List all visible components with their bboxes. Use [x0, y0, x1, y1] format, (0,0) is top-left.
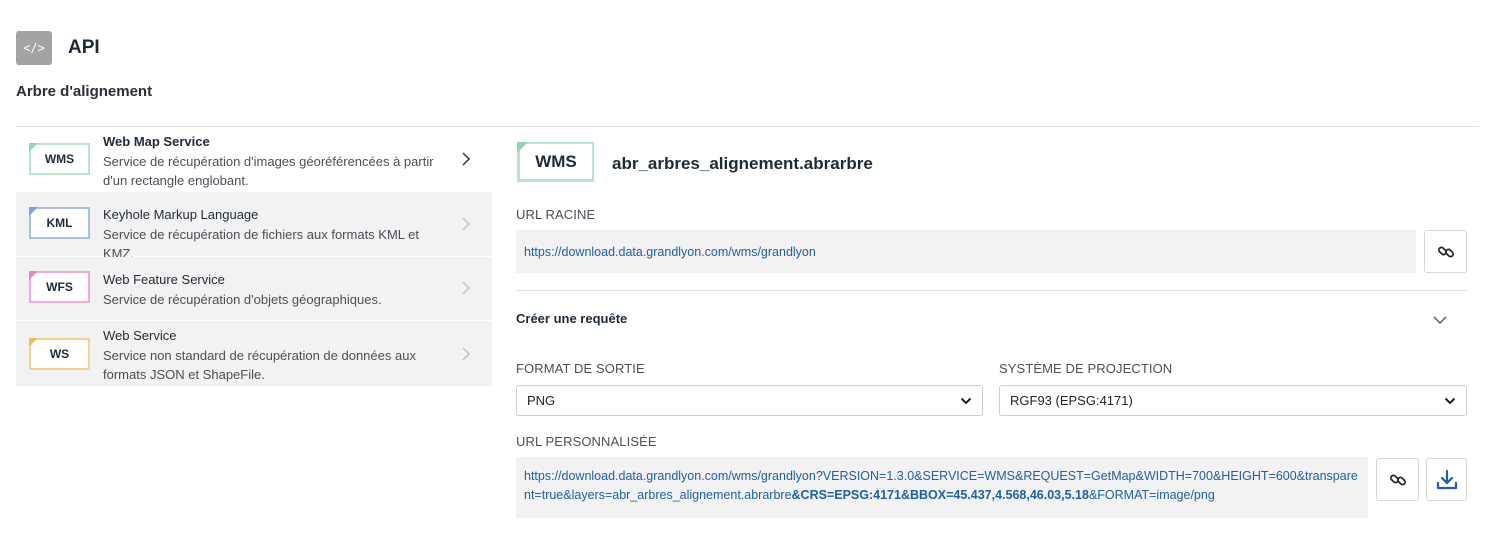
chevron-down-icon[interactable] [1433, 312, 1447, 330]
output-format-label: FORMAT DE SORTIE [516, 361, 645, 376]
root-url-field[interactable]: https://download.data.grandlyon.com/wms/… [516, 230, 1416, 273]
service-text: Web Map Service Service de récupération … [103, 134, 453, 190]
root-url-text[interactable]: https://download.data.grandlyon.com/wms/… [524, 245, 816, 259]
service-item-kml[interactable]: KML Keyhole Markup Language Service de r… [16, 192, 492, 261]
service-item-wms[interactable]: WMS Web Map Service Service de récupérat… [16, 127, 492, 192]
api-code-icon: </> [16, 31, 52, 65]
create-request-title[interactable]: Créer une requête [516, 311, 627, 326]
chevron-right-icon [460, 347, 472, 366]
wms-badge: WMS [29, 143, 90, 175]
wfs-badge: WFS [29, 271, 90, 303]
projection-select[interactable]: RGF93 (EPSG:4171) [999, 385, 1467, 416]
output-format-value: PNG [527, 393, 556, 408]
service-text: Keyhole Markup Language Service de récup… [103, 207, 453, 263]
service-name: Web Map Service [103, 134, 210, 149]
projection-label: SYSTÈME DE PROJECTION [999, 361, 1173, 376]
service-text: Web Feature Service Service de récupérat… [103, 272, 453, 309]
page-title: API [68, 37, 100, 58]
custom-url-field[interactable]: https://download.data.grandlyon.com/wms/… [516, 457, 1368, 518]
copy-root-url-button[interactable] [1424, 230, 1467, 273]
service-name: Keyhole Markup Language [103, 207, 259, 222]
copy-custom-url-button[interactable] [1376, 458, 1419, 501]
projection-value: RGF93 (EPSG:4171) [1010, 393, 1133, 408]
service-text: Web Service Service non standard de récu… [103, 328, 453, 384]
dataset-subtitle: Arbre d'alignement [16, 83, 153, 100]
custom-url-label: URL PERSONNALISÉE [516, 434, 657, 449]
chevron-down-icon [960, 397, 972, 404]
download-icon [1436, 469, 1457, 489]
chevron-right-icon [460, 281, 472, 300]
custom-url-bbox: &CRS=EPSG:4171&BBOX=45.437,4.568,46.03,5… [791, 488, 1089, 502]
chevron-down-icon [1444, 397, 1456, 404]
service-name: Web Feature Service [103, 272, 225, 287]
service-description: Service de récupération d'images géoréfé… [103, 154, 434, 188]
wms-badge-large: WMS [517, 142, 594, 182]
chevron-right-icon [460, 152, 472, 171]
layer-name: abr_arbres_alignement.abrarbre [612, 154, 873, 173]
kml-badge: KML [29, 207, 90, 239]
service-description: Service de récupération d'objets géograp… [103, 292, 382, 307]
link-icon [1389, 474, 1406, 485]
service-list: WMS Web Map Service Service de récupérat… [16, 127, 492, 387]
service-description: Service non standard de récupération de … [103, 348, 416, 382]
custom-url-format: &FORMAT=image/png [1088, 488, 1215, 502]
service-name: Web Service [103, 328, 177, 343]
service-item-ws[interactable]: WS Web Service Service non standard de r… [16, 321, 492, 387]
chevron-right-icon [460, 217, 472, 236]
ws-badge: WS [29, 338, 90, 370]
root-url-label: URL RACINE [516, 207, 596, 222]
service-item-wfs[interactable]: WFS Web Feature Service Service de récup… [16, 257, 492, 321]
link-icon [1437, 246, 1454, 257]
download-button[interactable] [1426, 458, 1467, 501]
divider [516, 290, 1467, 291]
output-format-select[interactable]: PNG [516, 385, 983, 416]
